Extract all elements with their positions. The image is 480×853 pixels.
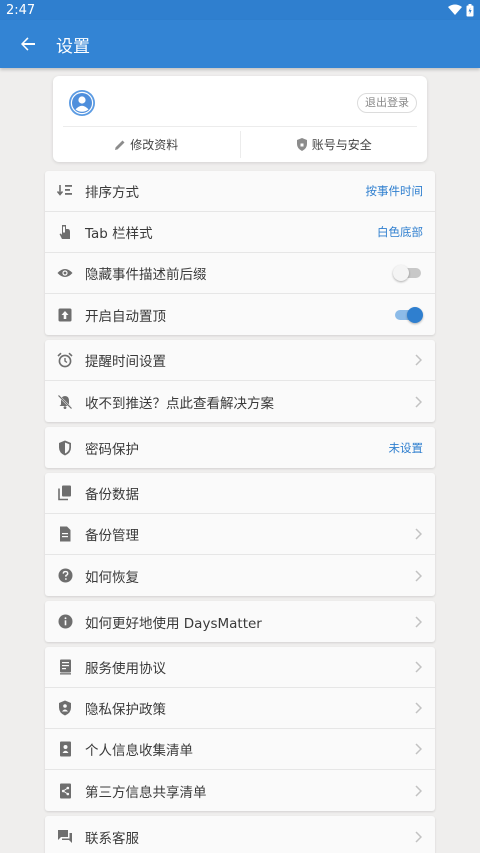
- shield-lock-icon: [296, 138, 307, 151]
- pin-top-icon: [45, 308, 85, 322]
- row-label: 密码保护: [85, 441, 139, 458]
- document-icon: [45, 526, 85, 542]
- tab-style-icon: [45, 224, 85, 240]
- eye-icon: [45, 268, 85, 278]
- shield-icon: [45, 440, 85, 456]
- chevron-right-icon: [415, 830, 422, 843]
- avatar-icon[interactable]: [69, 90, 95, 116]
- settings-group-backup: 备份数据 备份管理 如何恢复: [45, 473, 435, 596]
- row-value: 未设置: [388, 440, 424, 455]
- toggle-auto-pin[interactable]: [395, 306, 423, 323]
- row-personal-info-list[interactable]: 个人信息收集清单: [45, 729, 435, 770]
- row-service-agreement[interactable]: 服务使用协议: [45, 647, 435, 688]
- row-label: 隐藏事件描述前后缀: [85, 267, 207, 283]
- row-sort-order[interactable]: 排序方式 按事件时间: [45, 171, 435, 212]
- battery-icon: [466, 3, 474, 16]
- personal-info-icon: [45, 741, 85, 757]
- row-reminder-time[interactable]: 提醒时间设置: [45, 340, 435, 381]
- logout-button[interactable]: 退出登录: [357, 93, 417, 113]
- status-bar: 2:47: [0, 0, 480, 20]
- row-auto-pin[interactable]: 开启自动置顶: [45, 294, 435, 335]
- settings-group-support: 联系客服: [45, 816, 435, 853]
- row-label: 联系客服: [85, 830, 139, 847]
- row-third-party-sharing[interactable]: 第三方信息共享清单: [45, 770, 435, 811]
- edit-profile-button[interactable]: 修改资料: [53, 127, 240, 162]
- pencil-icon: [115, 140, 125, 150]
- chevron-right-icon: [415, 615, 422, 628]
- system-icons: [448, 3, 474, 17]
- row-how-to-restore[interactable]: 如何恢复: [45, 555, 435, 596]
- sort-icon: [45, 184, 85, 198]
- info-icon: [45, 614, 85, 629]
- row-label: 开启自动置顶: [85, 308, 166, 325]
- account-card: 退出登录 修改资料 账号与安全: [53, 76, 427, 162]
- row-label: 备份数据: [85, 487, 139, 503]
- alarm-icon: [45, 352, 85, 368]
- row-label: 个人信息收集清单: [85, 743, 193, 759]
- chat-icon: [45, 829, 85, 844]
- chevron-right-icon: [415, 569, 422, 582]
- settings-group-guide: 如何更好地使用 DaysMatter: [45, 601, 435, 642]
- row-label: 备份管理: [85, 528, 139, 544]
- settings-group-security: 密码保护 未设置: [45, 427, 435, 468]
- share-icon: [45, 783, 85, 799]
- help-icon: [45, 568, 85, 583]
- row-label: Tab 栏样式: [85, 226, 153, 242]
- back-button[interactable]: [0, 20, 56, 68]
- copy-icon: [45, 485, 85, 501]
- row-label: 第三方信息共享清单: [85, 784, 207, 801]
- row-label: 隐私保护政策: [85, 702, 166, 718]
- row-label: 收不到推送？点此查看解决方案: [85, 395, 274, 412]
- row-label: 如何更好地使用 DaysMatter: [85, 615, 262, 632]
- settings-group-reminder: 提醒时间设置 收不到推送？点此查看解决方案: [45, 340, 435, 422]
- chevron-right-icon: [415, 702, 422, 714]
- chevron-right-icon: [415, 661, 422, 673]
- privacy-shield-icon: [45, 700, 85, 716]
- arrow-back-icon: [21, 37, 35, 51]
- row-label: 提醒时间设置: [85, 354, 166, 370]
- chevron-right-icon: [415, 354, 422, 366]
- row-password-protection[interactable]: 密码保护 未设置: [45, 427, 435, 468]
- edit-profile-label: 修改资料: [130, 138, 179, 152]
- chevron-right-icon: [415, 528, 422, 540]
- row-tab-style[interactable]: Tab 栏样式 白色底部: [45, 212, 435, 253]
- chevron-right-icon: [415, 743, 422, 755]
- row-backup-management[interactable]: 备份管理: [45, 514, 435, 555]
- row-value: 白色底部: [377, 225, 423, 239]
- settings-group-legal: 服务使用协议 隐私保护政策 个人信息收集清单 第三方信息共享清单: [45, 647, 435, 811]
- toggle-hide-affix[interactable]: [393, 265, 423, 281]
- wifi-icon: [448, 4, 462, 15]
- settings-group-display: 排序方式 按事件时间 Tab 栏样式 白色底部 隐藏事件描述前后缀 开启自动置顶: [45, 171, 435, 335]
- account-security-label: 账号与安全: [311, 138, 372, 152]
- row-value: 按事件时间: [365, 184, 424, 198]
- account-security-button[interactable]: 账号与安全: [241, 127, 428, 162]
- row-privacy-policy[interactable]: 隐私保护政策: [45, 688, 435, 729]
- page-title: 设置: [56, 36, 90, 57]
- row-push-help[interactable]: 收不到推送？点此查看解决方案: [45, 381, 435, 422]
- notification-off-icon: [45, 394, 85, 410]
- chevron-right-icon: [415, 784, 422, 797]
- row-contact-support[interactable]: 联系客服: [45, 816, 435, 853]
- settings-list: 排序方式 按事件时间 Tab 栏样式 白色底部 隐藏事件描述前后缀 开启自动置顶…: [45, 171, 435, 853]
- agreement-icon: [45, 659, 85, 675]
- row-hide-affix[interactable]: 隐藏事件描述前后缀: [45, 253, 435, 294]
- app-bar: 设置: [0, 20, 480, 68]
- row-label: 排序方式: [85, 185, 139, 201]
- row-backup-data[interactable]: 备份数据: [45, 473, 435, 514]
- status-time: 2:47: [6, 2, 36, 18]
- row-usage-guide[interactable]: 如何更好地使用 DaysMatter: [45, 601, 435, 642]
- account-actions: 修改资料 账号与安全: [53, 127, 427, 162]
- row-label: 如何恢复: [85, 569, 139, 586]
- chevron-right-icon: [415, 395, 422, 408]
- row-label: 服务使用协议: [85, 661, 166, 677]
